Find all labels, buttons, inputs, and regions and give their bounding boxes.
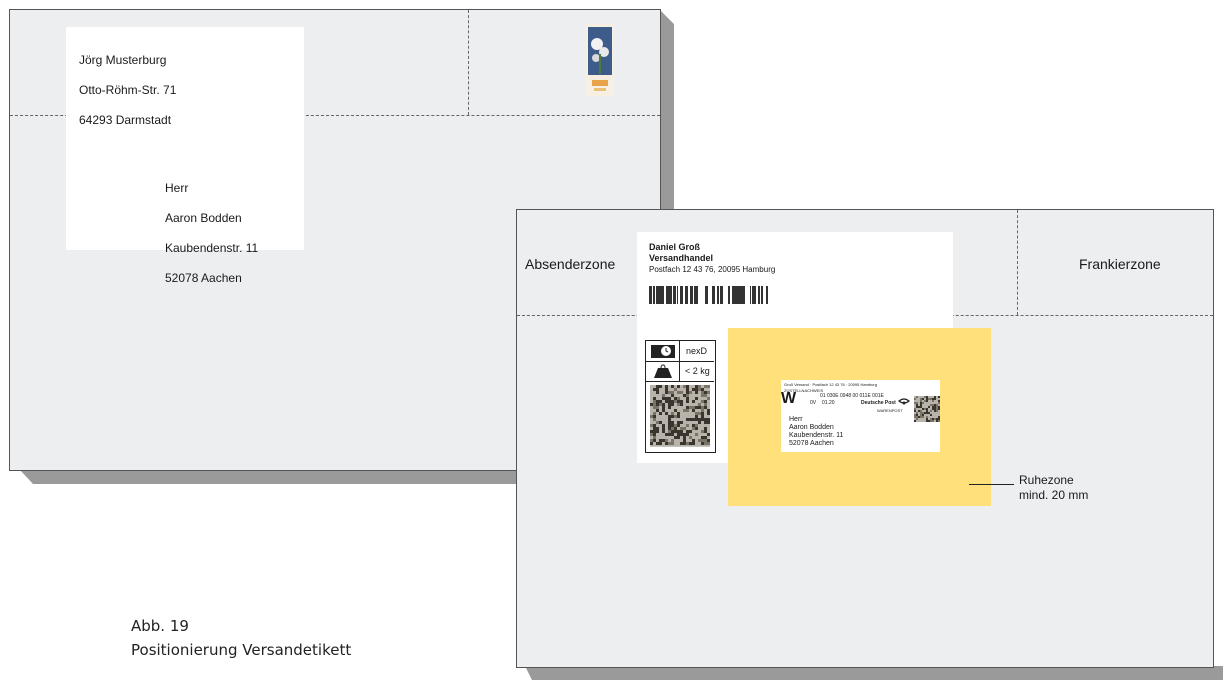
shipping-label-sender: Daniel Groß Versandhandel Postfach 12 43… xyxy=(649,242,775,275)
envelope-back-sender: Jörg Musterburg Otto-Röhm-Str. 71 64293 … xyxy=(79,38,176,143)
recipient-city: 52078 Aachen xyxy=(165,271,242,285)
sender-street: Otto-Röhm-Str. 71 xyxy=(79,83,177,97)
postage-label-recipient: Herr Aaron Bodden Kaubendenstr. 11 52078… xyxy=(789,416,843,448)
figure-title: Positionierung Versandetikett xyxy=(131,641,352,659)
service-divider-v xyxy=(679,340,680,381)
quiet-zone-min-size: mind. 20 mm xyxy=(1019,488,1089,502)
envelope-front-shadow xyxy=(525,666,1223,680)
envelope-front-franking-divider xyxy=(1017,210,1018,315)
postage-recipient-street: Kaubendenstr. 11 xyxy=(789,432,844,439)
postage-stamp-image xyxy=(586,24,614,96)
label-sender-name: Daniel Groß xyxy=(649,242,701,252)
postage-label-letter: W xyxy=(781,390,797,407)
figure-caption: Abb. 19 Positionierung Versandetikett xyxy=(131,614,351,662)
sender-city: 64293 Darmstadt xyxy=(79,113,172,127)
service-label-weight: < 2 kg xyxy=(685,366,710,376)
post-horn-icon xyxy=(898,398,910,405)
postage-recipient-salutation: Herr xyxy=(789,416,803,423)
sender-zone-label: Absenderzone xyxy=(525,256,616,272)
weight-icon xyxy=(654,364,672,378)
postage-label-code-1: 01 030E 0948 00 011E 001E xyxy=(820,393,884,399)
postage-label-header: Groß Versand · Postfach 12 43 76 · 20095… xyxy=(784,382,877,387)
service-label-nexd: nexD xyxy=(686,346,708,356)
quiet-zone-annotation: Ruhezone mind. 20 mm xyxy=(1019,473,1088,503)
sender-name: Jörg Musterburg xyxy=(79,53,167,67)
envelope-back-recipient: Herr Aaron Bodden Kaubendenstr. 11 52078… xyxy=(165,166,258,301)
matrix-code-small xyxy=(914,396,940,422)
envelope-back-franking-divider xyxy=(468,10,469,115)
recipient-name: Aaron Bodden xyxy=(165,211,242,225)
recipient-salutation: Herr xyxy=(165,181,189,195)
label-barcode xyxy=(649,286,768,304)
service-divider-2 xyxy=(645,381,714,382)
clock-icon xyxy=(651,345,675,358)
label-sender-address: Postfach 12 43 76, 20095 Hamburg xyxy=(649,265,776,274)
recipient-street: Kaubendenstr. 11 xyxy=(165,241,259,255)
quiet-zone-label: Ruhezone xyxy=(1019,473,1074,487)
postage-label-brand: Deutsche Post xyxy=(861,400,896,406)
postage-recipient-city: 52078 Aachen xyxy=(789,440,834,447)
postage-label-product: WARENPOST xyxy=(877,408,903,413)
label-sender-company: Versandhandel xyxy=(649,253,714,263)
franking-zone-label: Frankierzone xyxy=(1079,256,1161,272)
matrix-code-large xyxy=(650,385,710,447)
postage-recipient-name: Aaron Bodden xyxy=(789,424,834,431)
postage-label-code-2b: 01.20 xyxy=(822,400,835,406)
postage-label-code-2a: 0V xyxy=(810,400,817,406)
quiet-zone-leader-line xyxy=(969,484,1014,485)
figure-number: Abb. 19 xyxy=(131,617,189,635)
